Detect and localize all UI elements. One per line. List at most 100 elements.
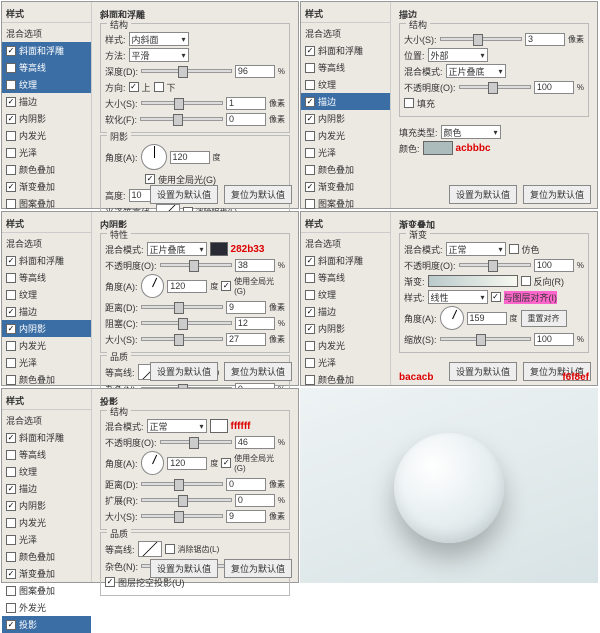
is-blend-select[interactable]: 正片叠底 (147, 242, 207, 256)
sidebar-inner-glow[interactable]: 内发光 (2, 337, 91, 354)
sidebar-satin[interactable]: 光泽 (2, 531, 91, 548)
sidebar-contour[interactable]: 等高线 (2, 269, 91, 286)
sidebar-inner-shadow[interactable]: 内阴影 (301, 320, 390, 337)
is-angle-input[interactable] (167, 280, 207, 293)
size-input[interactable] (226, 97, 266, 110)
knockout-cb[interactable] (404, 98, 414, 108)
sidebar-bevel[interactable]: 斜面和浮雕 (301, 252, 390, 269)
sidebar-drop-shadow[interactable]: 投影 (2, 616, 91, 633)
dither-cb[interactable] (509, 244, 519, 254)
is-global-cb[interactable] (221, 281, 231, 291)
ds-angle-dial[interactable] (141, 451, 165, 475)
sidebar-stroke[interactable]: 描边 (2, 93, 91, 110)
radio-up[interactable] (129, 82, 139, 92)
sidebar-inner-shadow[interactable]: 内阴影 (301, 110, 390, 127)
set-default-button[interactable]: 设置为默认值 (150, 559, 218, 578)
sidebar-contour[interactable]: 等高线 (2, 59, 91, 76)
reverse-cb[interactable] (521, 276, 531, 286)
sidebar-satin[interactable]: 光泽 (301, 144, 390, 161)
sidebar-grad-overlay[interactable]: 渐变叠加 (301, 178, 390, 195)
set-default-button[interactable]: 设置为默认值 (150, 362, 218, 381)
sidebar-texture[interactable]: 纹理 (2, 286, 91, 303)
sidebar-stroke[interactable]: 描边 (301, 303, 390, 320)
ds-global-cb[interactable] (221, 458, 231, 468)
sidebar-stroke[interactable]: 描边 (301, 93, 390, 110)
reset-default-button[interactable]: 复位为默认值 (523, 185, 591, 204)
reset-default-button[interactable]: 复位为默认值 (224, 559, 292, 578)
sidebar-blend-options[interactable]: 混合选项 (301, 235, 390, 252)
sidebar-inner-glow[interactable]: 内发光 (301, 337, 390, 354)
knockout-cb[interactable] (105, 577, 115, 587)
sidebar-color-overlay[interactable]: 颜色叠加 (301, 371, 390, 388)
sidebar-texture[interactable]: 纹理 (2, 463, 91, 480)
sidebar-contour[interactable]: 等高线 (301, 59, 390, 76)
radio-down[interactable] (154, 82, 164, 92)
ds-spread-slider[interactable] (141, 498, 232, 502)
technique-select[interactable]: 平滑 (129, 48, 189, 62)
sidebar-contour[interactable]: 等高线 (2, 446, 91, 463)
sidebar-grad-overlay[interactable]: 渐变叠加 (2, 565, 91, 582)
sidebar-contour[interactable]: 等高线 (301, 269, 390, 286)
sidebar-satin[interactable]: 光泽 (2, 354, 91, 371)
go-blend-select[interactable]: 正常 (446, 242, 506, 256)
stroke-size-slider[interactable] (440, 37, 523, 41)
is-choke-slider[interactable] (141, 321, 232, 325)
sidebar-blend-options[interactable]: 混合选项 (301, 25, 390, 42)
soften-slider[interactable] (140, 117, 223, 121)
go-scale-input[interactable] (534, 333, 574, 346)
sidebar-blend-options[interactable]: 混合选项 (2, 25, 91, 42)
gradient-bar[interactable] (428, 275, 518, 287)
position-select[interactable]: 外部 (428, 48, 488, 62)
is-opacity-slider[interactable] (160, 263, 232, 267)
global-light-cb[interactable] (145, 174, 155, 184)
sidebar-texture[interactable]: 纹理 (301, 286, 390, 303)
is-size-slider[interactable] (141, 337, 224, 341)
sidebar-pat-overlay[interactable]: 图案叠加 (301, 195, 390, 212)
go-angle-input[interactable] (467, 312, 507, 325)
sidebar-color-overlay[interactable]: 颜色叠加 (2, 371, 91, 388)
sidebar-inner-shadow[interactable]: 内阴影 (2, 497, 91, 514)
ds-blend-select[interactable]: 正常 (147, 419, 207, 433)
is-color[interactable] (210, 242, 228, 256)
style-select[interactable]: 内斜面 (129, 32, 189, 46)
is-angle-dial[interactable] (141, 274, 165, 298)
angle-input[interactable] (170, 151, 210, 164)
size-slider[interactable] (141, 101, 224, 105)
sidebar-color-overlay[interactable]: 颜色叠加 (301, 161, 390, 178)
sidebar-bevel[interactable]: 斜面和浮雕 (301, 42, 390, 59)
reset-default-button[interactable]: 复位为默认值 (224, 185, 292, 204)
ds-opacity-slider[interactable] (160, 440, 232, 444)
stroke-opacity-slider[interactable] (459, 85, 531, 89)
go-opacity-input[interactable] (534, 259, 574, 272)
set-default-button[interactable]: 设置为默认值 (449, 362, 517, 381)
sidebar-pat-overlay[interactable]: 图案叠加 (2, 195, 91, 212)
sidebar-inner-shadow[interactable]: 内阴影 (2, 110, 91, 127)
ds-dist-input[interactable] (226, 478, 266, 491)
sidebar-blend-options[interactable]: 混合选项 (2, 412, 91, 429)
reset-default-button[interactable]: 复位为默认值 (224, 362, 292, 381)
stroke-blend-select[interactable]: 正片叠底 (446, 64, 506, 78)
fill-type-select[interactable]: 颜色 (441, 125, 501, 139)
sidebar-stroke[interactable]: 描边 (2, 480, 91, 497)
sidebar-pat-overlay[interactable]: 图案叠加 (2, 582, 91, 599)
sidebar-outer-glow[interactable]: 外发光 (2, 599, 91, 616)
sidebar-grad-overlay[interactable]: 渐变叠加 (2, 178, 91, 195)
sidebar-bevel[interactable]: 斜面和浮雕 (2, 429, 91, 446)
ds-opacity-input[interactable] (235, 436, 275, 449)
go-style-select[interactable]: 线性 (428, 290, 488, 304)
sidebar-blend-options[interactable]: 混合选项 (2, 235, 91, 252)
set-default-button[interactable]: 设置为默认值 (449, 185, 517, 204)
stroke-opacity-input[interactable] (534, 81, 574, 94)
depth-input[interactable] (235, 65, 275, 78)
ds-dist-slider[interactable] (141, 482, 223, 486)
sidebar-color-overlay[interactable]: 颜色叠加 (2, 548, 91, 565)
is-opacity-input[interactable] (235, 259, 275, 272)
sidebar-texture[interactable]: 纹理 (301, 76, 390, 93)
sidebar-stroke[interactable]: 描边 (2, 303, 91, 320)
sidebar-color-overlay[interactable]: 颜色叠加 (2, 161, 91, 178)
is-size-input[interactable] (226, 333, 266, 346)
stroke-size-input[interactable] (525, 33, 565, 46)
sidebar-satin[interactable]: 光泽 (2, 144, 91, 161)
ds-size-input[interactable] (226, 510, 266, 523)
ds-angle-input[interactable] (167, 457, 207, 470)
